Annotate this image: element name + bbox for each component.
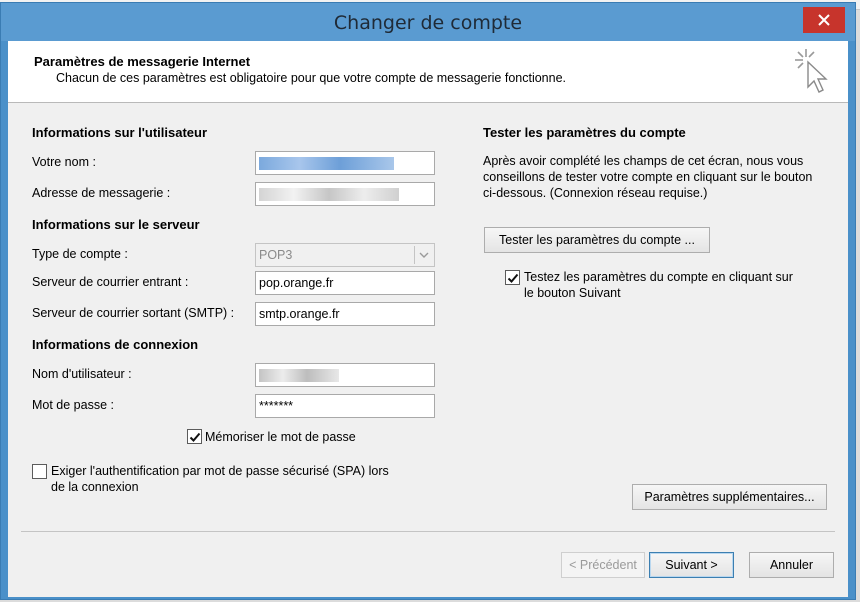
email-field[interactable] — [255, 182, 435, 206]
account-type-value: POP3 — [259, 248, 293, 262]
dialog-client-area: Paramètres de messagerie Internet Chacun… — [8, 41, 848, 597]
username-field[interactable] — [255, 363, 435, 387]
back-button[interactable]: < Précédent — [561, 552, 645, 578]
spa-label-line1: Exiger l'authentification par mot de pas… — [51, 464, 389, 478]
server-info-heading: Informations sur le serveur — [32, 217, 200, 232]
cursor-sparkle-icon — [795, 49, 828, 93]
test-account-button[interactable]: Tester les paramètres du compte ... — [484, 227, 710, 253]
name-field[interactable] — [255, 151, 435, 175]
cancel-button[interactable]: Annuler — [749, 552, 834, 578]
username-redacted — [259, 369, 339, 383]
auto-test-label-line1: Testez les paramètres du compte en cliqu… — [524, 270, 793, 284]
auto-test-checkbox[interactable] — [505, 270, 520, 285]
incoming-server-label: Serveur de courrier entrant : — [32, 275, 189, 289]
outgoing-server-field[interactable]: smtp.orange.fr — [255, 302, 435, 326]
header-description: Chacun de ces paramètres est obligatoire… — [56, 71, 567, 85]
login-info-heading: Informations de connexion — [32, 337, 199, 352]
window-title: Changer de compte — [333, 12, 523, 34]
name-label: Votre nom : — [32, 155, 96, 169]
test-description: Après avoir complété les champs de cet é… — [483, 153, 812, 201]
test-description-line1: Après avoir complété les champs de cet é… — [483, 154, 804, 168]
dialog-header: Paramètres de messagerie Internet Chacun… — [8, 41, 848, 103]
spa-checkbox[interactable] — [32, 464, 47, 479]
account-type-select: POP3 — [255, 243, 435, 267]
account-type-label: Type de compte : — [32, 247, 128, 261]
close-icon — [818, 14, 830, 26]
header-title: Paramètres de messagerie Internet — [34, 54, 251, 69]
next-button[interactable]: Suivant > — [649, 552, 734, 578]
user-info-heading: Informations sur l'utilisateur — [32, 125, 208, 140]
spa-label-line2: de la connexion — [51, 480, 139, 494]
outgoing-server-label: Serveur de courrier sortant (SMTP) : — [32, 306, 235, 320]
footer-divider — [21, 531, 835, 532]
remember-password-label[interactable]: Mémoriser le mot de passe — [205, 429, 356, 445]
change-account-dialog: Changer de compte Paramètres de messager… — [0, 2, 856, 600]
checkmark-icon — [507, 273, 518, 283]
auto-test-label[interactable]: Testez les paramètres du compte en cliqu… — [524, 269, 793, 301]
test-settings-heading: Tester les paramètres du compte — [483, 125, 686, 140]
chevron-down-icon — [414, 246, 432, 264]
test-description-line2: conseillons de tester votre compte en cl… — [483, 170, 813, 184]
email-label: Adresse de messagerie : — [32, 186, 171, 200]
more-settings-button[interactable]: Paramètres supplémentaires... — [632, 484, 827, 510]
email-redacted — [259, 188, 399, 202]
title-bar[interactable]: Changer de compte — [1, 3, 855, 41]
close-button[interactable] — [803, 7, 845, 33]
checkmark-icon — [189, 432, 200, 442]
test-description-line3: ci-dessous. (Connexion réseau requise.) — [483, 186, 708, 200]
password-label: Mot de passe : — [32, 398, 114, 412]
auto-test-label-line2: le bouton Suivant — [524, 286, 621, 300]
incoming-server-field[interactable]: pop.orange.fr — [255, 271, 435, 295]
remember-password-checkbox[interactable] — [187, 429, 202, 444]
password-field[interactable]: ******* — [255, 394, 435, 418]
username-label: Nom d'utilisateur : — [32, 367, 132, 381]
name-redacted — [259, 157, 394, 171]
spa-label[interactable]: Exiger l'authentification par mot de pas… — [51, 463, 389, 495]
